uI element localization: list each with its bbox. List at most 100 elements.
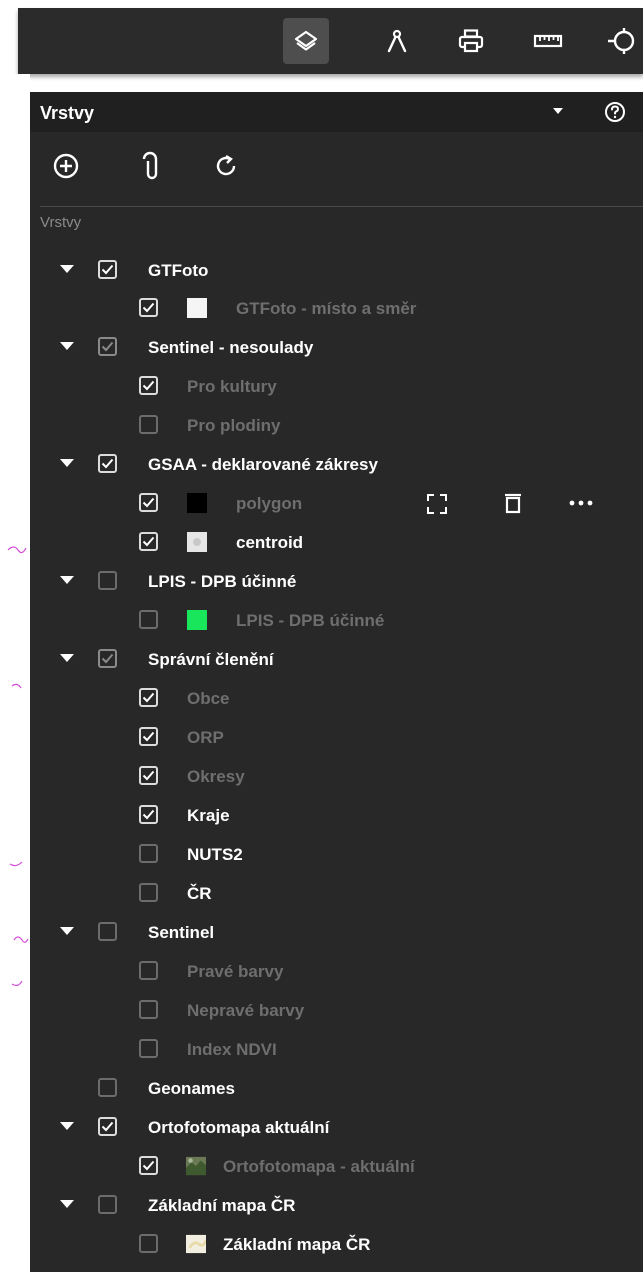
layer-label: GTFoto — [148, 261, 209, 280]
layer-item[interactable]: Index NDVI — [30, 1030, 643, 1068]
legend-swatch — [187, 298, 207, 318]
layer-checkbox[interactable] — [98, 260, 117, 279]
layer-checkbox[interactable] — [139, 727, 158, 746]
layer-checkbox[interactable] — [98, 571, 117, 590]
caret-down-icon[interactable] — [60, 459, 74, 467]
layer-checkbox[interactable] — [139, 766, 158, 785]
layer-checkbox[interactable] — [139, 1234, 158, 1253]
layer-item[interactable]: Obce — [30, 679, 643, 717]
layer-item-centroid[interactable]: centroid — [30, 523, 643, 561]
help-icon[interactable] — [603, 100, 627, 124]
layer-label: ČR — [187, 884, 212, 903]
layer-group-sentinel[interactable]: Sentinel — [30, 913, 643, 951]
layer-checkbox[interactable] — [139, 1156, 158, 1175]
check-icon — [101, 1121, 114, 1132]
add-circle-icon — [53, 153, 79, 179]
layer-label: centroid — [236, 533, 304, 552]
caret-down-icon[interactable] — [60, 576, 74, 584]
layer-label: Ortofotomapa - aktuální — [223, 1157, 415, 1176]
layer-checkbox[interactable] — [139, 298, 158, 317]
layer-checkbox[interactable] — [139, 493, 158, 512]
layer-group-lpis[interactable]: LPIS - DPB účinné — [30, 562, 643, 600]
layer-checkbox[interactable] — [98, 649, 117, 668]
add-layer-button[interactable] — [50, 150, 82, 182]
layer-item-geonames[interactable]: Geonames — [30, 1069, 643, 1107]
point-symbol-icon — [193, 538, 201, 546]
check-icon — [142, 302, 155, 313]
layer-label: Kraje — [187, 806, 230, 825]
layer-label: GTFoto - místo a směr — [236, 299, 417, 318]
layer-checkbox[interactable] — [139, 844, 158, 863]
layer-group-sentinel-nesoulady[interactable]: Sentinel - nesoulady — [30, 328, 643, 366]
layer-item[interactable]: NUTS2 — [30, 835, 643, 873]
legend-swatch — [187, 532, 207, 552]
layer-label: Geonames — [148, 1079, 235, 1098]
layer-group-gtfoto[interactable]: GTFoto — [30, 251, 643, 289]
zoom-to-extent-icon[interactable] — [426, 493, 448, 515]
map-toolbar — [18, 8, 643, 74]
layer-item[interactable]: LPIS - DPB účinné — [30, 601, 643, 639]
layer-checkbox[interactable] — [98, 454, 117, 473]
layer-checkbox[interactable] — [139, 415, 158, 434]
ruler-icon — [533, 34, 563, 48]
map-canvas[interactable] — [0, 74, 30, 1283]
layer-checkbox[interactable] — [98, 922, 117, 941]
layer-item[interactable]: Kraje — [30, 796, 643, 834]
attachment-icon — [142, 151, 158, 180]
caret-down-icon[interactable] — [60, 654, 74, 662]
check-icon — [101, 341, 114, 352]
layer-item[interactable]: Nepravé barvy — [30, 991, 643, 1029]
layer-checkbox[interactable] — [98, 1117, 117, 1136]
layers-tool-button[interactable] — [283, 18, 329, 64]
delete-icon[interactable] — [503, 491, 523, 515]
legend-swatch — [187, 493, 207, 513]
caret-down-icon[interactable] — [60, 1122, 74, 1130]
caret-down-icon[interactable] — [60, 927, 74, 935]
layer-label: GSAA - deklarované zákresy — [148, 455, 378, 474]
layer-checkbox[interactable] — [139, 532, 158, 551]
layer-checkbox[interactable] — [139, 1000, 158, 1019]
attach-file-button[interactable] — [134, 150, 166, 182]
layer-checkbox[interactable] — [139, 883, 158, 902]
layer-item[interactable]: Pro plodiny — [30, 406, 643, 444]
layer-checkbox[interactable] — [98, 337, 117, 356]
layer-group-gsaa[interactable]: GSAA - deklarované zákresy — [30, 445, 643, 483]
layer-item[interactable]: Pravé barvy — [30, 952, 643, 990]
layer-item[interactable]: ČR — [30, 874, 643, 912]
panel-title: Vrstvy — [40, 103, 95, 123]
layer-label: Ortofotomapa aktuální — [148, 1118, 330, 1137]
refresh-button[interactable] — [210, 150, 242, 182]
layer-group-ortofotomapa[interactable]: Ortofotomapa aktuální — [30, 1108, 643, 1146]
crosshair-tool-button[interactable] — [604, 18, 643, 64]
layer-item[interactable]: Okresy — [30, 757, 643, 795]
layer-checkbox[interactable] — [139, 805, 158, 824]
caret-down-icon[interactable] — [60, 1200, 74, 1208]
layer-checkbox[interactable] — [98, 1078, 117, 1097]
layer-label: LPIS - DPB účinné — [236, 611, 385, 630]
print-tool-button[interactable] — [448, 18, 494, 64]
chevron-down-icon[interactable] — [552, 106, 564, 116]
layer-item-polygon[interactable]: polygon — [30, 484, 643, 522]
layer-checkbox[interactable] — [139, 376, 158, 395]
layer-item[interactable]: Ortofotomapa - aktuální — [30, 1147, 643, 1185]
layer-checkbox[interactable] — [139, 688, 158, 707]
layer-item[interactable]: Pro kultury — [30, 367, 643, 405]
legend-swatch — [187, 610, 207, 630]
layer-group-spravni-cleneni[interactable]: Správní členění — [30, 640, 643, 678]
layer-checkbox[interactable] — [139, 610, 158, 629]
layer-item[interactable]: GTFoto - místo a směr — [30, 289, 643, 327]
layer-group-zakladni-mapa[interactable]: Základní mapa ČR — [30, 1186, 643, 1224]
ruler-tool-button[interactable] — [525, 18, 571, 64]
layer-label: NUTS2 — [187, 845, 243, 864]
caret-down-icon[interactable] — [60, 342, 74, 350]
layers-icon — [294, 30, 318, 51]
caret-down-icon[interactable] — [60, 265, 74, 273]
layer-item[interactable]: Základní mapa ČR — [30, 1225, 643, 1263]
more-options-icon[interactable] — [568, 499, 594, 507]
layer-checkbox[interactable] — [139, 961, 158, 980]
layer-item[interactable]: ORP — [30, 718, 643, 756]
layer-checkbox[interactable] — [98, 1195, 117, 1214]
layer-checkbox[interactable] — [139, 1039, 158, 1058]
layer-label: Správní členění — [148, 650, 274, 669]
measure-tool-button[interactable] — [374, 18, 420, 64]
